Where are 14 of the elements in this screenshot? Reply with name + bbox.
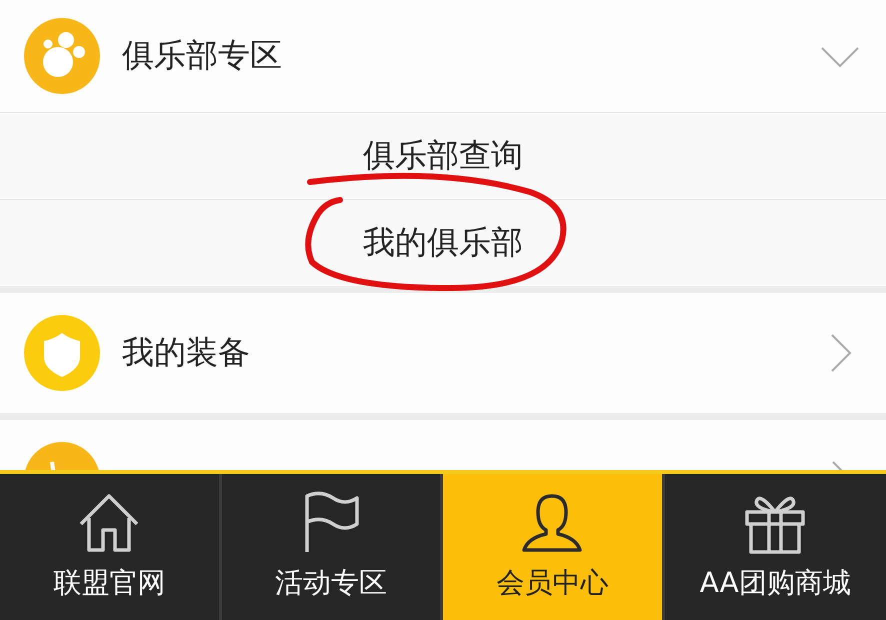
submenu-item[interactable]: 我的俱乐部 [363,221,523,265]
menu-row[interactable]: 我的装备 [0,293,886,413]
menu-row[interactable]: 俱乐部专区 [0,0,886,112]
paw-icon [24,18,100,94]
submenu-item[interactable]: 俱乐部查询 [363,134,523,178]
menu-label: 俱乐部专区 [122,35,283,76]
flag-icon [305,492,358,552]
chevron-right-icon [832,461,844,470]
gift-icon [746,496,805,554]
shield-icon [24,315,100,391]
tab[interactable]: 会员中心 [443,474,664,620]
home-icon [80,494,139,552]
menu-label: 我的装备 [122,332,251,373]
person-icon [522,494,582,552]
